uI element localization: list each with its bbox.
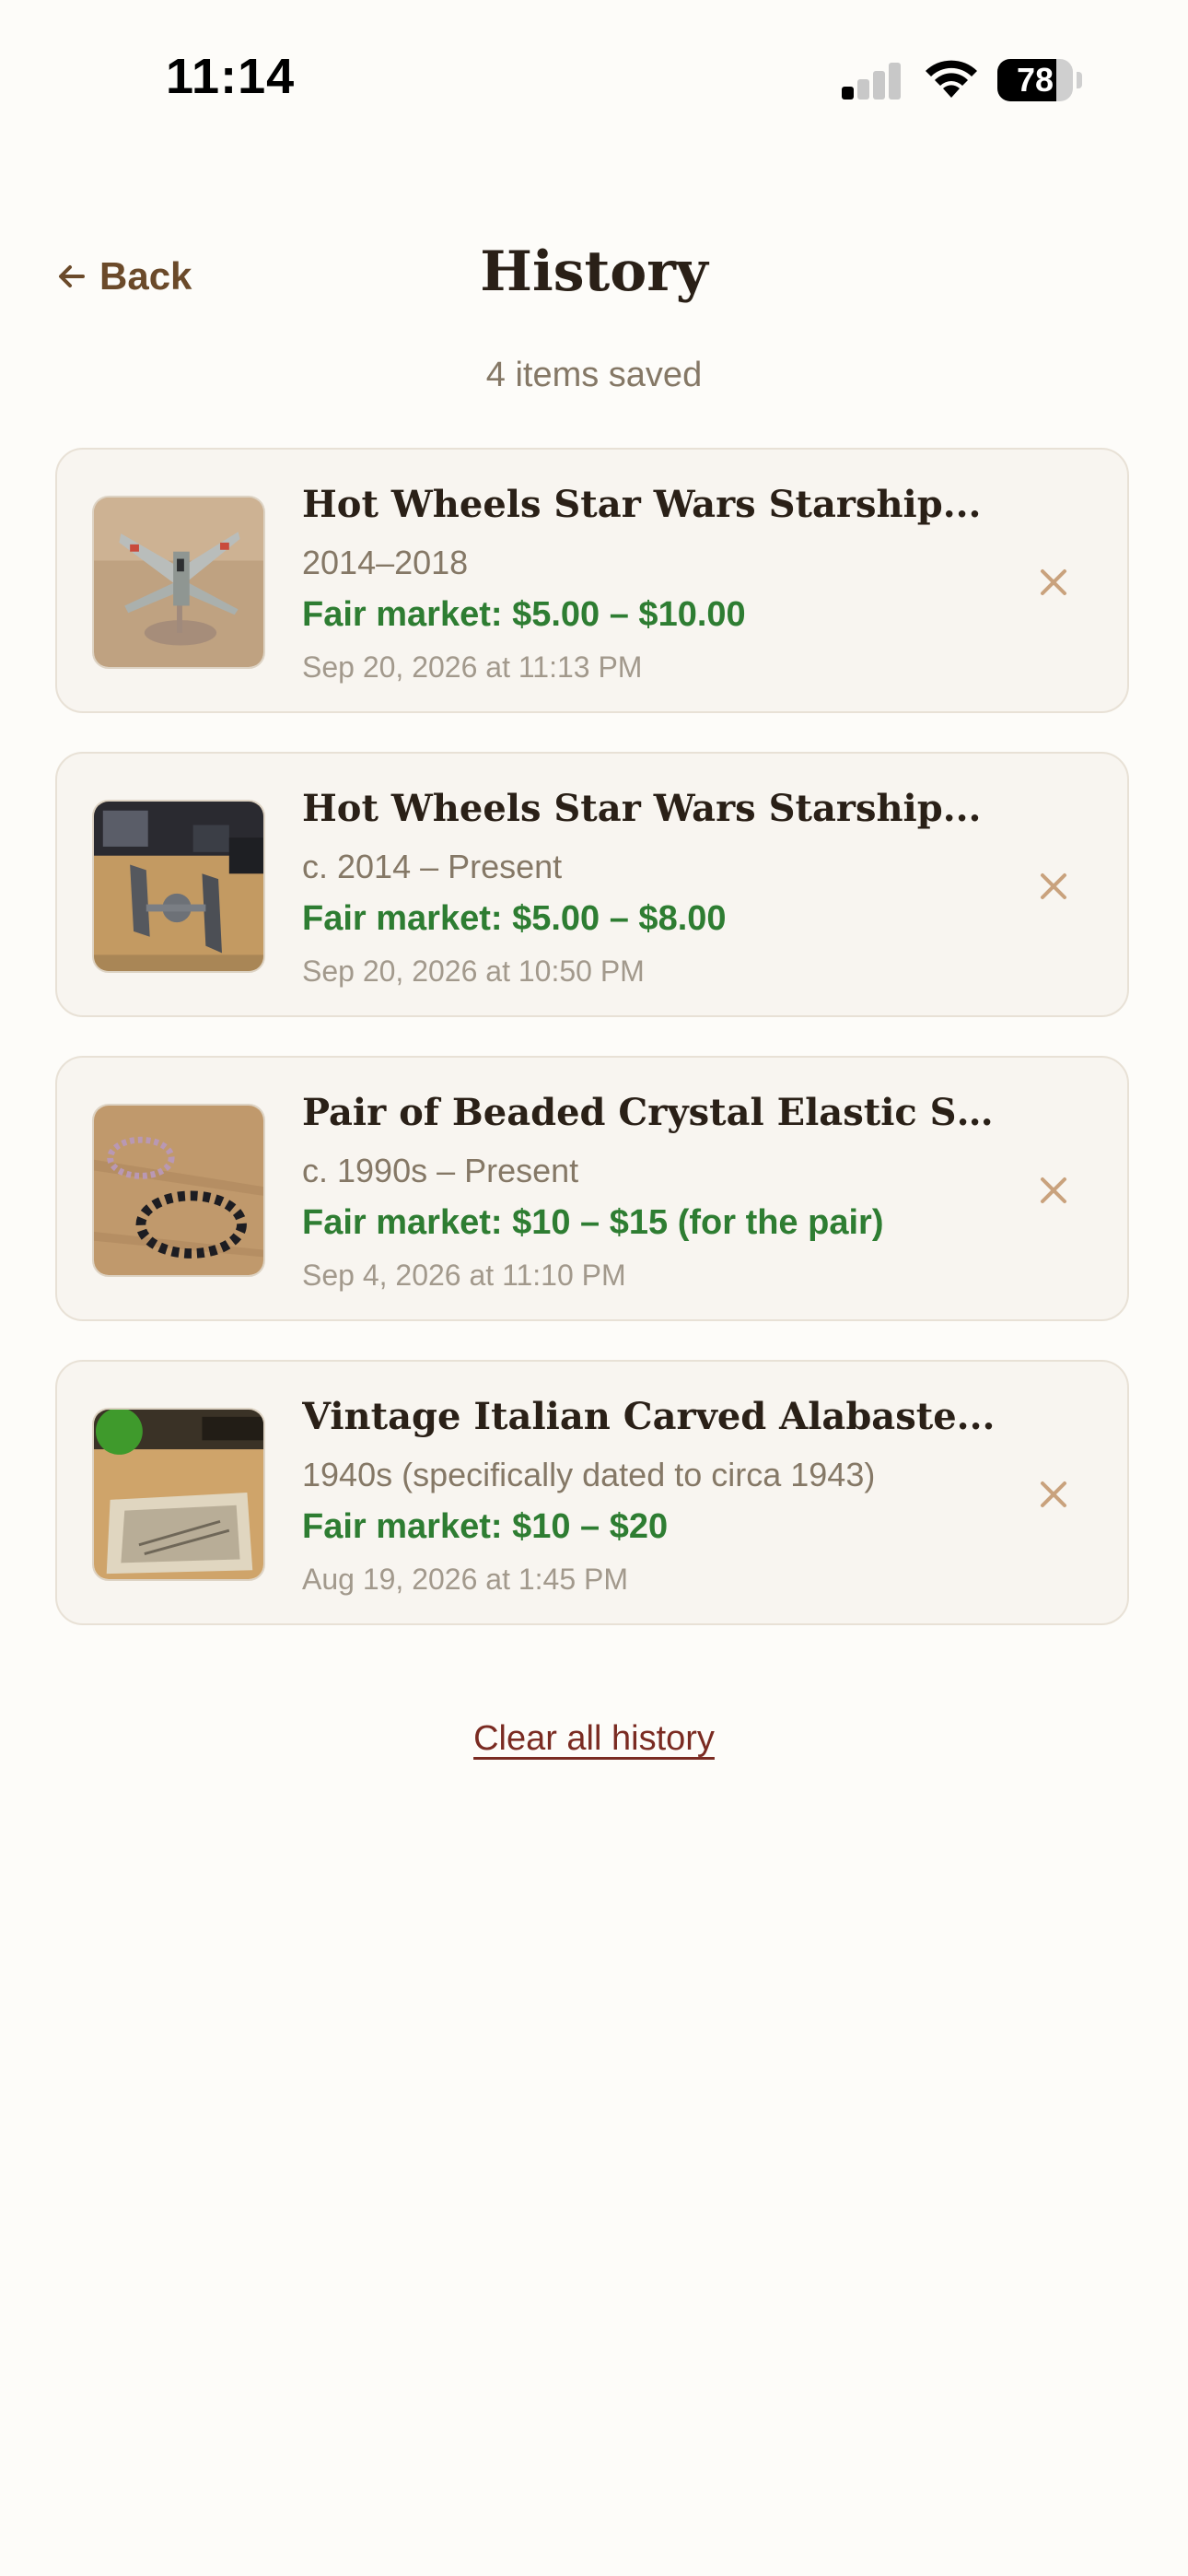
- delete-item-button[interactable]: [1024, 1161, 1083, 1220]
- item-title: Hot Wheels Star Wars Starship...: [302, 787, 982, 830]
- history-list: Hot Wheels Star Wars Starship... 2014–20…: [55, 448, 1133, 1664]
- item-title: Pair of Beaded Crystal Elastic St...: [302, 1091, 1002, 1134]
- clear-all-history-link[interactable]: Clear all history: [473, 1719, 715, 1758]
- item-date: Sep 20, 2026 at 11:13 PM: [302, 650, 643, 684]
- item-era: 1940s (specifically dated to circa 1943): [302, 1456, 876, 1493]
- close-icon: [1041, 1177, 1066, 1203]
- item-price: Fair market: $10 – $15 (for the pair): [302, 1203, 884, 1242]
- status-time: 11:14: [166, 49, 296, 104]
- delete-item-button[interactable]: [1024, 553, 1083, 612]
- tie-fighter-photo-thumbnail: [92, 800, 265, 973]
- item-title: Hot Wheels Star Wars Starship...: [302, 483, 982, 526]
- items-count: 4 items saved: [485, 356, 703, 394]
- item-date: Aug 19, 2026 at 1:45 PM: [302, 1563, 629, 1596]
- page-title: History: [480, 240, 708, 304]
- close-icon: [1041, 569, 1066, 595]
- status-bar: 11:14 78: [0, 0, 1188, 157]
- wifi-icon: [923, 57, 980, 100]
- close-icon: [1041, 1481, 1066, 1507]
- alabaster-box-photo-thumbnail: [92, 1408, 265, 1581]
- history-item[interactable]: Hot Wheels Star Wars Starship... 2014–20…: [55, 448, 1129, 713]
- item-price: Fair market: $5.00 – $8.00: [302, 899, 727, 938]
- item-date: Sep 20, 2026 at 10:50 PM: [302, 954, 645, 988]
- item-date: Sep 4, 2026 at 11:10 PM: [302, 1259, 626, 1292]
- bracelets-photo-thumbnail: [92, 1104, 265, 1277]
- item-price: Fair market: $5.00 – $10.00: [302, 595, 746, 634]
- history-item[interactable]: Hot Wheels Star Wars Starship... c. 2014…: [55, 752, 1129, 1017]
- history-item[interactable]: Vintage Italian Carved Alabaste... 1940s…: [55, 1360, 1129, 1625]
- x-wing-photo-thumbnail: [92, 496, 265, 669]
- close-icon: [1041, 873, 1066, 899]
- battery-icon: 78: [997, 59, 1084, 101]
- battery-level: 78: [1016, 61, 1054, 99]
- history-item[interactable]: Pair of Beaded Crystal Elastic St... c. …: [55, 1056, 1129, 1321]
- item-price: Fair market: $10 – $20: [302, 1507, 669, 1546]
- clear-all-container: Clear all history: [0, 1719, 1188, 1759]
- delete-item-button[interactable]: [1024, 857, 1083, 916]
- cellular-signal-icon: [842, 61, 903, 100]
- item-title: Vintage Italian Carved Alabaste...: [302, 1395, 996, 1438]
- item-era: 2014–2018: [302, 544, 469, 581]
- item-era: c. 1990s – Present: [302, 1152, 579, 1189]
- item-era: c. 2014 – Present: [302, 848, 563, 885]
- delete-item-button[interactable]: [1024, 1465, 1083, 1524]
